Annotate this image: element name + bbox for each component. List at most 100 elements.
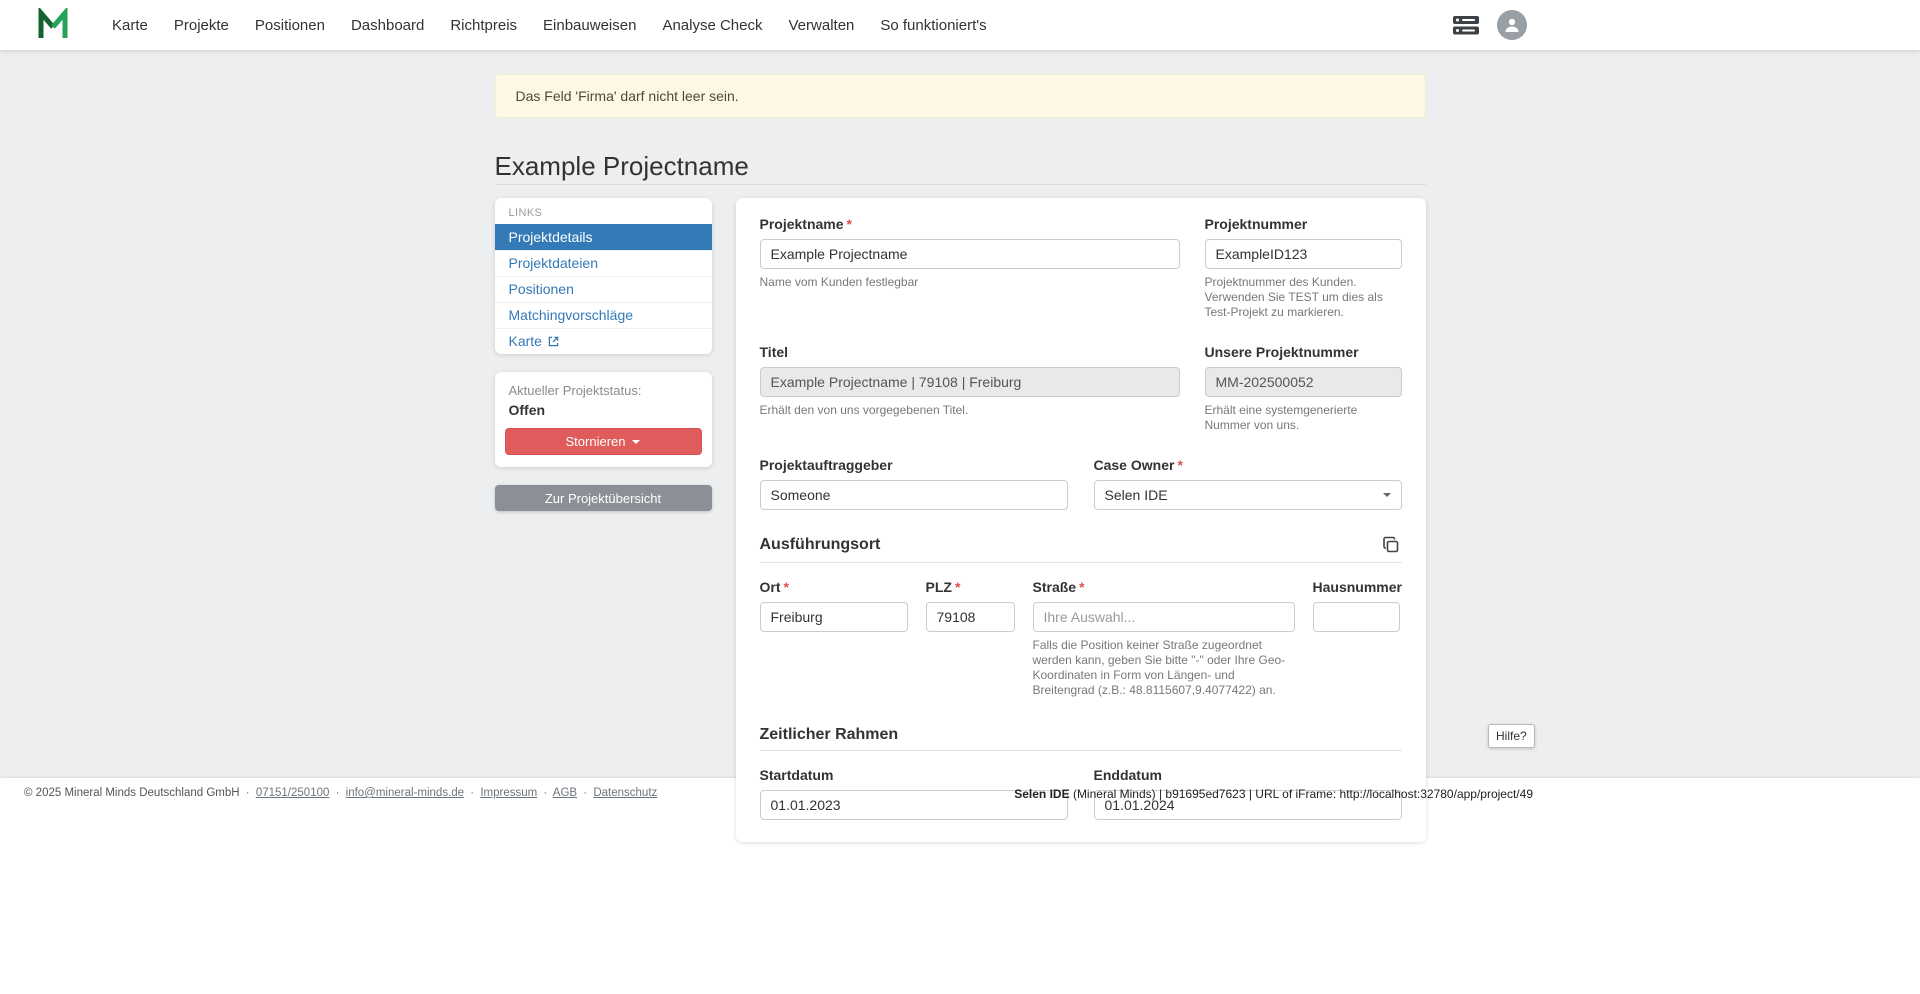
hilfe-button[interactable]: Hilfe? xyxy=(1488,724,1535,748)
sidebar-item-label: Projektdateien xyxy=(509,255,599,272)
sidebar-item-karte[interactable]: Karte xyxy=(495,328,712,354)
projektnummer-helper: Projektnummer des Kunden. Verwenden Sie … xyxy=(1205,275,1402,320)
footer-link-agb[interactable]: AGB xyxy=(553,787,577,799)
ort-label: Ort* xyxy=(760,579,908,595)
sidebar-item-projektdetails[interactable]: Projektdetails xyxy=(495,224,712,250)
mineral-minds-logo-icon[interactable] xyxy=(36,8,70,42)
footer-link-email[interactable]: info@mineral-minds.de xyxy=(346,787,464,799)
page-title: Example Projectname xyxy=(495,152,1426,180)
footer-link-impressum[interactable]: Impressum xyxy=(480,787,537,799)
footer-session-info: Selen IDE (Mineral Minds) | b91695ed7623… xyxy=(1014,787,1533,801)
strasse-input[interactable] xyxy=(1033,602,1295,632)
ausfuehrungsort-heading: Ausführungsort xyxy=(760,536,881,554)
sidebar-item-label: Projektdetails xyxy=(509,229,593,246)
required-marker: * xyxy=(784,579,789,595)
unsere-projektnummer-input xyxy=(1205,367,1402,397)
projektauftraggeber-label: Projektauftraggeber xyxy=(760,457,1068,473)
project-status-card: Aktueller Projektstatus: Offen Storniere… xyxy=(495,372,712,467)
projektname-helper: Name vom Kunden festlegbar xyxy=(760,275,1180,290)
ort-field: Ort* xyxy=(760,579,908,698)
enddatum-label: Enddatum xyxy=(1094,767,1402,783)
session-user: Selen IDE xyxy=(1014,787,1069,801)
nav-item-projekte[interactable]: Projekte xyxy=(174,17,229,34)
required-marker: * xyxy=(955,579,960,595)
projektnummer-input[interactable] xyxy=(1205,239,1402,269)
main-navigation: Karte Projekte Positionen Dashboard Rich… xyxy=(112,17,987,34)
case-owner-field: Case Owner* Selen IDE xyxy=(1094,457,1402,510)
nav-item-einbauweisen[interactable]: Einbauweisen xyxy=(543,17,636,34)
nav-item-verwalten[interactable]: Verwalten xyxy=(789,17,855,34)
sidebar-item-label: Matchingvorschläge xyxy=(509,307,634,324)
user-avatar-icon[interactable] xyxy=(1497,10,1527,40)
hausnummer-field: Hausnummer xyxy=(1313,579,1400,698)
footer-legal: © 2025 Mineral Minds Deutschland GmbH · … xyxy=(24,787,657,799)
ort-input[interactable] xyxy=(760,602,908,632)
alert-message: Das Feld 'Firma' darf nicht leer sein. xyxy=(516,88,739,104)
chevron-down-icon xyxy=(1383,493,1391,497)
caret-down-icon xyxy=(632,440,640,444)
avatar xyxy=(1497,10,1527,40)
sidebar: LINKS Projektdetails Projektdateien Posi… xyxy=(495,198,712,511)
titel-field: Titel Erhält den von uns vorgegebenen Ti… xyxy=(760,344,1180,433)
status-label: Aktueller Projektstatus: xyxy=(505,383,702,398)
links-card-header: LINKS xyxy=(495,198,712,224)
stornieren-button[interactable]: Stornieren xyxy=(505,428,702,455)
copyright-text: © 2025 Mineral Minds Deutschland GmbH xyxy=(24,787,240,799)
projektname-input[interactable] xyxy=(760,239,1180,269)
footer-link-datenschutz[interactable]: Datenschutz xyxy=(593,787,657,799)
nav-item-analyse-check[interactable]: Analyse Check xyxy=(662,17,762,34)
sidebar-item-label: Positionen xyxy=(509,281,574,298)
projektnummer-label: Projektnummer xyxy=(1205,216,1402,232)
projektname-label: Projektname* xyxy=(760,216,1180,232)
case-owner-select[interactable]: Selen IDE xyxy=(1094,480,1402,510)
plz-input[interactable] xyxy=(926,602,1015,632)
sidebar-item-label: Karte xyxy=(509,333,542,350)
stornieren-label: Stornieren xyxy=(566,434,626,449)
titel-input xyxy=(760,367,1180,397)
required-marker: * xyxy=(1177,457,1182,473)
titel-label: Titel xyxy=(760,344,1180,360)
nav-item-positionen[interactable]: Positionen xyxy=(255,17,325,34)
plz-label: PLZ* xyxy=(926,579,1015,595)
nav-item-dashboard[interactable]: Dashboard xyxy=(351,17,424,34)
titel-helper: Erhält den von uns vorgegebenen Titel. xyxy=(760,403,1180,418)
projektname-field: Projektname* Name vom Kunden festlegbar xyxy=(760,216,1180,320)
title-divider xyxy=(495,184,1426,185)
nav-item-karte[interactable]: Karte xyxy=(112,17,148,34)
session-details: (Mineral Minds) | b91695ed7623 | URL of … xyxy=(1070,787,1533,801)
navbar: Karte Projekte Positionen Dashboard Rich… xyxy=(0,0,1920,50)
sidebar-item-projektdateien[interactable]: Projektdateien xyxy=(495,250,712,276)
projektauftraggeber-input[interactable] xyxy=(760,480,1068,510)
strasse-field: Straße* Falls die Position keiner Straße… xyxy=(1033,579,1295,698)
sidebar-item-positionen[interactable]: Positionen xyxy=(495,276,712,302)
main-area: Das Feld 'Firma' darf nicht leer sein. E… xyxy=(0,50,1920,778)
unsere-projektnummer-label: Unsere Projektnummer xyxy=(1205,344,1402,360)
case-owner-selected-value: Selen IDE xyxy=(1105,487,1168,503)
required-marker: * xyxy=(1079,579,1084,595)
status-value: Offen xyxy=(505,402,702,418)
nav-item-so-funktionierts[interactable]: So funktioniert's xyxy=(880,17,986,34)
hausnummer-label: Hausnummer xyxy=(1313,579,1400,595)
case-owner-label: Case Owner* xyxy=(1094,457,1402,473)
startdatum-label: Startdatum xyxy=(760,767,1068,783)
footer-link-phone[interactable]: 07151/250100 xyxy=(256,787,330,799)
zeitlicher-rahmen-heading: Zeitlicher Rahmen xyxy=(760,726,899,744)
copy-icon[interactable] xyxy=(1380,534,1402,556)
zur-projektuebersicht-button[interactable]: Zur Projektübersicht xyxy=(495,485,712,511)
project-details-form: Projektname* Name vom Kunden festlegbar … xyxy=(736,198,1426,842)
strasse-helper: Falls die Position keiner Straße zugeord… xyxy=(1033,638,1295,698)
nav-item-richtpreis[interactable]: Richtpreis xyxy=(450,17,517,34)
external-link-icon xyxy=(548,336,559,347)
section-divider xyxy=(760,750,1402,751)
unsere-projektnummer-field: Unsere Projektnummer Erhält eine systemg… xyxy=(1205,344,1402,433)
projektauftraggeber-field: Projektauftraggeber xyxy=(760,457,1068,510)
required-marker: * xyxy=(847,216,852,232)
section-divider xyxy=(760,562,1402,563)
server-icon[interactable] xyxy=(1453,16,1479,35)
sidebar-item-matchingvorschlaege[interactable]: Matchingvorschläge xyxy=(495,302,712,328)
strasse-label: Straße* xyxy=(1033,579,1295,595)
validation-alert: Das Feld 'Firma' darf nicht leer sein. xyxy=(495,74,1426,118)
unsere-projektnummer-helper: Erhält eine systemgenerierte Nummer von … xyxy=(1205,403,1402,433)
hausnummer-input[interactable] xyxy=(1313,602,1400,632)
links-card: LINKS Projektdetails Projektdateien Posi… xyxy=(495,198,712,354)
